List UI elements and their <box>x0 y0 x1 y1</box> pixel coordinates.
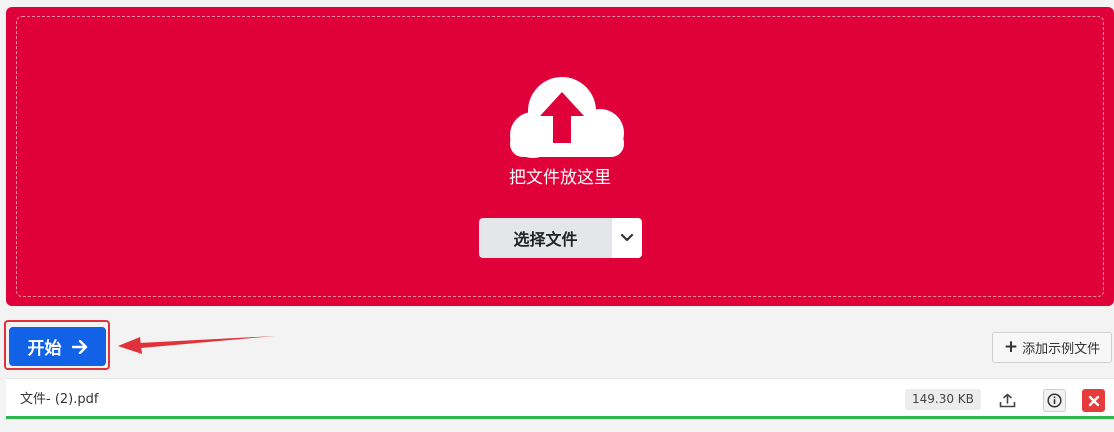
annotation-arrow <box>118 336 275 354</box>
file-upload-progress-bar <box>6 416 1114 419</box>
add-sample-file-button[interactable]: + 添加示例文件 <box>992 332 1112 363</box>
save-file-button[interactable] <box>996 389 1019 412</box>
arrow-right-icon <box>71 339 87 354</box>
remove-file-button[interactable] <box>1082 389 1105 412</box>
cloud-upload-icon <box>510 77 624 158</box>
info-icon <box>1047 393 1062 408</box>
add-sample-file-label: 添加示例文件 <box>1022 342 1101 357</box>
file-size-badge: 149.30 KB <box>905 389 981 410</box>
file-info-button[interactable] <box>1043 389 1066 412</box>
file-dropzone[interactable]: 把文件放这里 选择文件 <box>6 7 1114 306</box>
page: 把文件放这里 选择文件 开始 + 添加示例文件 文件- (2).pdf 149.… <box>0 0 1114 432</box>
chevron-down-icon <box>620 233 634 242</box>
start-button-label: 开始 <box>27 339 62 359</box>
file-name: 文件- (2).pdf <box>20 392 99 407</box>
close-icon <box>1088 395 1099 406</box>
plus-icon: + <box>1003 337 1019 357</box>
start-button[interactable]: 开始 <box>9 327 106 366</box>
choose-file-button[interactable]: 选择文件 <box>479 218 612 258</box>
drop-files-label: 把文件放这里 <box>509 168 611 188</box>
choose-file-dropdown-button[interactable] <box>612 218 642 258</box>
save-icon <box>999 393 1016 408</box>
choose-file-group: 选择文件 <box>479 218 642 258</box>
file-list-item: 文件- (2).pdf 149.30 KB <box>6 378 1114 419</box>
